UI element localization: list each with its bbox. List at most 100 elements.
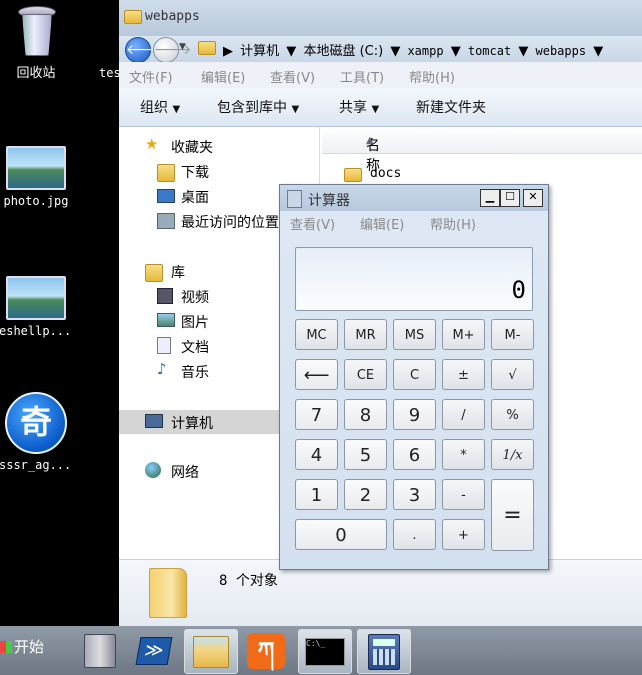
breadcrumb[interactable]: ▶ 计算机 ▼ 本地磁盘 (C:) ▼ xampp ▼ tomcat ▼ web… <box>223 40 606 59</box>
share-button[interactable]: 共享 ▼ <box>339 97 379 117</box>
recycle-bin-icon <box>16 4 56 56</box>
start-button[interactable]: 开始 <box>0 636 44 657</box>
decimal-point-button[interactable]: . <box>393 519 436 550</box>
nav-label: 桌面 <box>181 190 209 206</box>
menu-edit[interactable]: 编辑(E) <box>201 67 245 86</box>
terminal-prompt-text: C:\_ <box>306 639 326 648</box>
backspace-button[interactable]: ⟵ <box>295 359 338 390</box>
nav-label: 视频 <box>181 290 209 306</box>
calculator-title-bar[interactable]: 计算器 ▁ ☐ ✕ <box>280 185 548 211</box>
explorer-title-bar[interactable]: webapps <box>119 0 642 36</box>
xampp-icon: ཀ <box>247 633 285 669</box>
item-count: 8 个对象 <box>219 573 278 589</box>
digit-5-button[interactable]: 5 <box>344 439 387 470</box>
menu-view[interactable]: 查看(V) <box>270 67 315 86</box>
recent-places-icon <box>157 213 175 229</box>
digit-9-button[interactable]: 9 <box>393 399 436 430</box>
memory-subtract-button[interactable]: M- <box>491 319 534 350</box>
taskbar: 开始 ≫ ཀ C:\_ <box>0 626 642 675</box>
desktop-icon-eshellp[interactable]: eshellp... <box>0 276 91 338</box>
documents-library-icon <box>157 337 171 354</box>
breadcrumb-tomcat[interactable]: tomcat <box>468 44 511 58</box>
chevron-right-icon[interactable]: ▼ <box>518 44 528 59</box>
taskbar-powershell[interactable]: ≫ <box>128 629 180 672</box>
divide-button[interactable]: / <box>442 399 485 430</box>
back-button[interactable]: 🡐 <box>125 37 164 63</box>
percent-button[interactable]: % <box>491 399 534 430</box>
breadcrumb-webapps[interactable]: webapps <box>536 44 587 58</box>
windows-logo-icon <box>0 641 12 653</box>
menu-help[interactable]: 帮助(H) <box>430 214 476 233</box>
network-globe-icon <box>145 462 161 478</box>
qihoo-app-icon: 奇 <box>5 392 67 454</box>
digit-2-button[interactable]: 2 <box>344 479 387 510</box>
taskbar-server-manager[interactable] <box>74 629 126 672</box>
desktop-icon-recycle-bin[interactable]: 回收站 <box>0 4 91 81</box>
chevron-right-icon[interactable]: ▼ <box>451 44 461 59</box>
digit-4-button[interactable]: 4 <box>295 439 338 470</box>
chevron-down-icon[interactable]: ▼ <box>593 44 603 59</box>
add-button[interactable]: + <box>442 519 485 550</box>
desktop-icon-label: sssr_ag... <box>0 458 72 472</box>
calculator-icon <box>287 190 302 208</box>
memory-clear-button[interactable]: MC <box>295 319 338 350</box>
multiply-button[interactable]: * <box>442 439 485 470</box>
new-folder-button[interactable]: 新建文件夹 <box>416 97 486 117</box>
menu-edit[interactable]: 编辑(E) <box>360 214 404 233</box>
chevron-right-icon[interactable]: ▼ <box>286 44 296 59</box>
chevron-right-icon[interactable]: ▶ <box>223 44 233 59</box>
include-in-library-button[interactable]: 包含到库中 ▼ <box>217 97 299 117</box>
nav-favorites[interactable]: ★ 收藏夹 <box>119 135 319 157</box>
history-dropdown-icon[interactable]: ▼ <box>179 42 186 52</box>
digit-3-button[interactable]: 3 <box>393 479 436 510</box>
image-file-icon <box>6 146 66 190</box>
menu-view[interactable]: 查看(V) <box>290 214 335 233</box>
breadcrumb-local-disk[interactable]: 本地磁盘 (C:) <box>303 44 383 59</box>
clear-entry-button[interactable]: CE <box>344 359 387 390</box>
command-prompt-icon: C:\_ <box>305 638 345 666</box>
memory-add-button[interactable]: M+ <box>442 319 485 350</box>
explorer-menu-bar: 文件(F) 编辑(E) 查看(V) 工具(T) 帮助(H) <box>119 62 642 88</box>
digit-1-button[interactable]: 1 <box>295 479 338 510</box>
taskbar-calculator[interactable] <box>357 629 411 674</box>
taskbar-command-prompt[interactable]: C:\_ <box>298 629 352 674</box>
square-root-button[interactable]: √ <box>491 359 534 390</box>
nav-label: 网络 <box>171 465 199 481</box>
chevron-right-icon[interactable]: ▼ <box>390 44 400 59</box>
memory-recall-button[interactable]: MR <box>344 319 387 350</box>
digit-0-button[interactable]: 0 <box>295 519 387 550</box>
digit-8-button[interactable]: 8 <box>344 399 387 430</box>
pictures-library-icon <box>157 313 175 327</box>
desktop-icon-partial-label: tes <box>99 66 121 80</box>
taskbar-xampp[interactable]: ཀ <box>241 629 293 672</box>
digit-6-button[interactable]: 6 <box>393 439 436 470</box>
equals-button[interactable]: = <box>491 479 534 551</box>
nav-downloads[interactable]: 下载 <box>119 160 319 182</box>
nav-label: 最近访问的位置 <box>181 215 279 231</box>
digit-7-button[interactable]: 7 <box>295 399 338 430</box>
negate-button[interactable]: ± <box>442 359 485 390</box>
clear-button[interactable]: C <box>393 359 436 390</box>
close-button[interactable]: ✕ <box>523 189 543 207</box>
maximize-button[interactable]: ☐ <box>500 189 520 207</box>
menu-tools[interactable]: 工具(T) <box>340 67 384 86</box>
organize-button[interactable]: 组织 ▼ <box>140 97 180 117</box>
breadcrumb-computer[interactable]: 计算机 <box>240 44 279 59</box>
taskbar-explorer[interactable] <box>184 629 238 674</box>
menu-file[interactable]: 文件(F) <box>129 67 173 86</box>
desktop-icon-sssr[interactable]: 奇 sssr_ag... <box>0 392 91 472</box>
desktop-icon-photo[interactable]: photo.jpg <box>0 146 91 208</box>
reciprocal-button[interactable]: 1/x <box>491 439 534 470</box>
folder-icon <box>124 10 142 24</box>
menu-help[interactable]: 帮助(H) <box>409 67 455 86</box>
address-bar[interactable]: 🡐 🡒 ▼ ▶ 计算机 ▼ 本地磁盘 (C:) ▼ xampp ▼ tomcat… <box>119 36 642 63</box>
downloads-icon <box>157 164 175 182</box>
memory-store-button[interactable]: MS <box>393 319 436 350</box>
minimize-button[interactable]: ▁ <box>480 189 500 207</box>
subtract-button[interactable]: - <box>442 479 485 510</box>
music-library-icon: ♪ <box>157 360 167 378</box>
forward-button[interactable]: 🡒 <box>153 37 192 63</box>
breadcrumb-xampp[interactable]: xampp <box>407 44 443 58</box>
column-header-name[interactable]: 名称 ▲ <box>322 127 642 174</box>
chevron-down-icon: ▼ <box>291 104 300 115</box>
